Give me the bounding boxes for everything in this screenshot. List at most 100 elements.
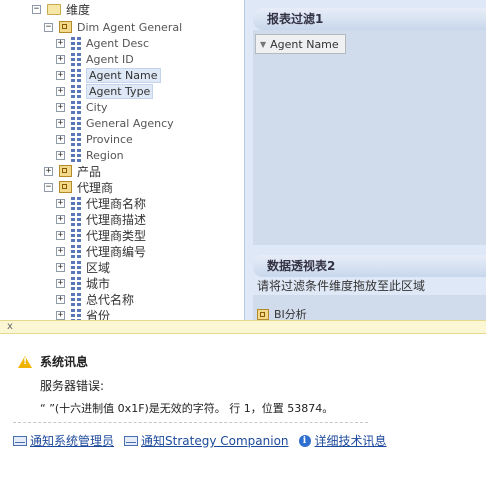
attribute-icon	[71, 52, 81, 66]
expand-toggle[interactable]: +	[56, 54, 65, 64]
tree-node-label: Region	[86, 148, 124, 162]
attribute-icon	[71, 308, 81, 320]
filter-chip-label: Agent Name	[270, 37, 339, 51]
tree-node-agent-name[interactable]: + Agent Name	[56, 67, 161, 83]
expand-toggle[interactable]: +	[56, 150, 65, 160]
attribute-icon	[71, 292, 81, 306]
pivot-table-header: 数据透视表2	[253, 255, 486, 277]
technical-details-link[interactable]: i 详细技术讯息	[298, 432, 387, 449]
collapse-toggle[interactable]: −	[44, 22, 53, 32]
message-bar: x	[0, 320, 486, 334]
expand-toggle[interactable]: +	[56, 262, 65, 272]
expand-toggle[interactable]: +	[56, 246, 65, 256]
tree-node-general-agency[interactable]: + General Agency	[56, 115, 174, 131]
agent-name-filter-chip[interactable]: ▼ Agent Name	[255, 34, 346, 54]
collapse-toggle[interactable]: −	[44, 182, 53, 192]
tree-node-general-agency-cn[interactable]: + 总代名称	[56, 291, 134, 307]
expand-toggle[interactable]: +	[56, 134, 65, 144]
attribute-icon	[71, 148, 81, 162]
notify-admin-link-text[interactable]: 通知系统管理员	[30, 432, 114, 449]
report-filter-dropzone[interactable]	[253, 30, 486, 245]
error-title-text: 系统讯息	[40, 355, 89, 369]
attribute-icon	[71, 196, 81, 210]
tree-node-label: Agent Desc	[86, 36, 150, 50]
tree-node-label: 代理商描述	[86, 212, 147, 227]
expand-toggle[interactable]: +	[56, 310, 65, 320]
dimension-icon	[59, 181, 72, 193]
tree-node-label: General Agency	[86, 116, 174, 130]
expand-toggle[interactable]: +	[56, 86, 65, 96]
tree-node-agent-id-cn[interactable]: + 代理商编号	[56, 243, 146, 259]
tree-node-agent[interactable]: − 代理商	[44, 179, 113, 195]
attribute-icon	[71, 244, 81, 258]
expand-toggle[interactable]: +	[56, 198, 65, 208]
notify-strategy-companion-link-text[interactable]: 通知Strategy Companion	[141, 432, 289, 449]
attribute-icon	[71, 260, 81, 274]
error-links: 通知系统管理员 通知Strategy Companion i 详细技术讯息	[13, 432, 397, 449]
attribute-icon	[71, 228, 81, 242]
tree-node-region[interactable]: + Region	[56, 147, 124, 163]
workspace: − 维度 − Dim Agent General + Agent Desc + …	[0, 0, 486, 321]
folder-icon	[47, 3, 61, 15]
notify-admin-link[interactable]: 通知系统管理员	[13, 432, 114, 449]
tree-node-province[interactable]: + Province	[56, 131, 133, 147]
tree-node-label: 维度	[66, 2, 91, 17]
cube-icon	[257, 308, 269, 320]
info-icon: i	[298, 434, 311, 447]
tree-node-label: 产品	[77, 164, 102, 179]
attribute-icon	[71, 68, 81, 82]
tree-node-label: Agent Name	[86, 67, 161, 83]
expand-toggle[interactable]: +	[56, 278, 65, 288]
tree-node-agent-id[interactable]: + Agent ID	[56, 51, 134, 67]
tree-node-label: 代理商编号	[86, 244, 147, 259]
attribute-icon	[71, 212, 81, 226]
tree-node-region-cn[interactable]: + 区域	[56, 259, 110, 275]
tree-node-label: 代理商	[77, 180, 114, 195]
mail-icon	[124, 435, 139, 446]
tree-node-label: Province	[86, 132, 133, 146]
technical-details-link-text[interactable]: 详细技术讯息	[315, 432, 387, 449]
error-title: 系统讯息	[18, 353, 88, 370]
tree-node-label: City	[86, 100, 108, 114]
expand-toggle[interactable]: +	[56, 38, 65, 48]
tree-node-label: 省份	[86, 308, 111, 321]
attribute-icon	[71, 276, 81, 290]
notify-strategy-companion-link[interactable]: 通知Strategy Companion	[124, 432, 289, 449]
tree-node-city-cn[interactable]: + 城市	[56, 275, 110, 291]
expand-toggle[interactable]: +	[56, 102, 65, 112]
tree-node-label: 区域	[86, 260, 111, 275]
dimension-icon	[59, 21, 72, 33]
close-icon[interactable]: x	[7, 321, 13, 333]
tree-node-label: 代理商类型	[86, 228, 147, 243]
tree-node-dimensions[interactable]: − 维度	[32, 1, 90, 17]
tree-node-label: 城市	[86, 276, 111, 291]
collapse-toggle[interactable]: −	[32, 4, 41, 14]
tree-node-agent-name-cn[interactable]: + 代理商名称	[56, 195, 146, 211]
dimension-icon	[59, 165, 72, 177]
expand-toggle[interactable]: +	[44, 166, 53, 176]
tree-node-agent-type-cn[interactable]: + 代理商类型	[56, 227, 146, 243]
divider	[13, 422, 368, 423]
dimension-tree: − 维度 − Dim Agent General + Agent Desc + …	[0, 0, 245, 320]
dropdown-arrow-icon[interactable]: ▼	[260, 40, 266, 49]
mail-icon	[13, 435, 27, 446]
tree-node-agent-desc-cn[interactable]: + 代理商描述	[56, 211, 146, 227]
tree-node-agent-type[interactable]: + Agent Type	[56, 83, 154, 99]
tree-node-product[interactable]: + 产品	[44, 163, 101, 179]
expand-toggle[interactable]: +	[56, 214, 65, 224]
layout-panel: 报表过滤1 ▼ Agent Name 数据透视表2 请将过滤条件维度拖放至此区域…	[245, 0, 486, 321]
expand-toggle[interactable]: +	[56, 118, 65, 128]
attribute-icon	[71, 100, 81, 114]
attribute-icon	[71, 36, 81, 50]
expand-toggle[interactable]: +	[56, 70, 65, 80]
tree-node-label: 总代名称	[86, 292, 135, 307]
expand-toggle[interactable]: +	[56, 230, 65, 240]
tree-node-label: Agent Type	[86, 83, 154, 99]
tree-node-city[interactable]: + City	[56, 99, 108, 115]
tree-node-province-cn[interactable]: + 省份	[56, 307, 110, 320]
error-detail: “ ”(十六进制值 0x1F)是无效的字符。 行 1，位置 53874。	[40, 402, 334, 415]
pivot-dropzone-hint: 请将过滤条件维度拖放至此区域	[257, 279, 426, 293]
tree-node-dim-agent-general[interactable]: − Dim Agent General	[44, 19, 182, 35]
tree-node-agent-desc[interactable]: + Agent Desc	[56, 35, 149, 51]
expand-toggle[interactable]: +	[56, 294, 65, 304]
